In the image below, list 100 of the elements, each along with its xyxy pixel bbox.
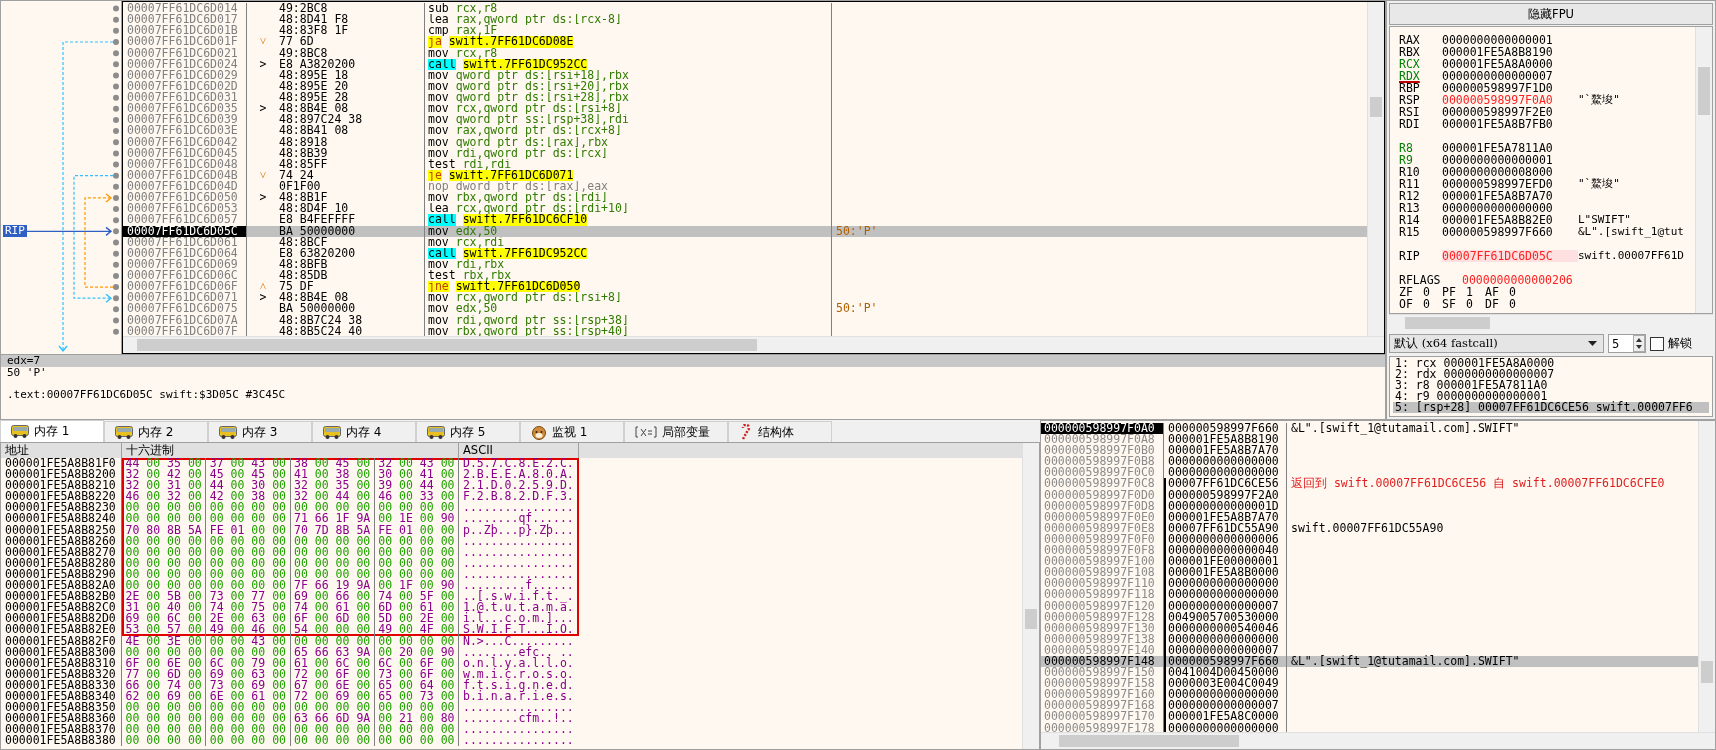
stack-row[interactable]: 000000598997F158 0000003E004C0049: [1041, 678, 1698, 690]
argument-row[interactable]: 1: rcx 000001FE5A8A0000: [1393, 358, 1709, 369]
register-value[interactable]: 000001FE5A8B7FB0: [1442, 118, 1578, 130]
memory-row[interactable]: 69 00 6C 00 2E 00 63 00 6F 00 6D 00 5D 00 2E 00 i.l...c.o.m.]...: [122, 613, 579, 625]
memory-row[interactable]: 00 00 00 00 00 00 00 00 00 00 00 00 00 00 00 00 ................: [122, 724, 579, 736]
unlock-checkbox[interactable]: [1650, 336, 1664, 351]
stack-row[interactable]: 000000598997F170 000001FE5A8C0000: [1041, 711, 1698, 723]
register-value[interactable]: 000001FE5A7811A0: [1442, 142, 1578, 154]
breakpoint-dot[interactable]: [113, 139, 119, 146]
vertical-scrollbar[interactable]: [1367, 2, 1384, 336]
breakpoint-dot[interactable]: [113, 194, 119, 201]
register-name[interactable]: R15: [1399, 226, 1442, 238]
flag-value[interactable]: 0: [1509, 286, 1516, 298]
argument-row[interactable]: 5: [rsp+28] 00007FF61DC6CE56 swift.00007FF6: [1393, 402, 1709, 413]
stack-row[interactable]: 000000598997F100 000001FE00000001: [1041, 556, 1698, 568]
stack-row[interactable]: 000000598997F138 0000000000000000: [1041, 633, 1698, 645]
tab[interactable]: 内存 1: [0, 420, 104, 442]
register-name[interactable]: R13: [1399, 202, 1442, 214]
register-name[interactable]: R11: [1399, 178, 1442, 190]
breakpoint-dot[interactable]: [113, 61, 119, 68]
stack-row[interactable]: 000000598997F148 000000598997F660 &L".[swift_1@tutamail.com].SWIFT": [1041, 655, 1698, 668]
memory-row[interactable]: 32 00 31 00 44 00 30 00 32 00 35 00 39 00 44 00 2.1.D.0.2.5.9.D.: [122, 480, 579, 492]
register-value[interactable]: 000001FE5A8B8190: [1442, 46, 1578, 58]
disassembly-row[interactable]: 00007FF61DC6D024 > E8 A3820200 call swift.7FF61DC952CC: [123, 58, 1367, 70]
stack-row[interactable]: 000000598997F0F8 0000000000000040: [1041, 545, 1698, 557]
column-header[interactable]: 十六进制: [122, 443, 459, 458]
argument-row[interactable]: 4: r9 0000000000000001: [1393, 391, 1709, 402]
memory-row[interactable]: 46 00 32 00 42 00 38 00 32 00 44 00 46 00 33 00 F.2.B.8.2.D.F.3.: [122, 491, 579, 503]
stack-row[interactable]: 000000598997F128 0049005700530000: [1041, 611, 1698, 623]
breakpoint-dot[interactable]: [113, 50, 119, 57]
memory-row[interactable]: 44 00 35 00 37 00 43 00 38 00 45 00 32 00 43 00 D.5.7.C.8.E.2.C.: [122, 458, 579, 470]
breakpoint-dot[interactable]: [113, 183, 119, 190]
memory-row[interactable]: 00 00 00 00 00 00 00 00 71 66 1F 9A 00 1E 00 90 ........qf......: [122, 513, 579, 525]
breakpoint-dot[interactable]: [113, 150, 119, 157]
breakpoint-dot[interactable]: [113, 295, 119, 302]
flag-value[interactable]: 0: [1466, 298, 1473, 310]
breakpoint-dot[interactable]: [113, 5, 119, 12]
flag-value[interactable]: 1: [1466, 286, 1473, 298]
register-name[interactable]: RSP: [1399, 94, 1442, 106]
disassembly-row[interactable]: 00007FF61DC6D01F ˅ 77 6D ja swift.7FF61DC6D08E: [123, 36, 1367, 48]
memory-row[interactable]: 62 00 69 00 6E 00 61 00 72 00 69 00 65 00 73 00 b.i.n.a.r.i.e.s.: [122, 690, 579, 703]
register-value[interactable]: 000001FE5A8B82E0: [1442, 214, 1578, 226]
stack-row[interactable]: 000000598997F118 0000000000000000: [1041, 589, 1698, 601]
breakpoint-dot[interactable]: [113, 116, 119, 123]
breakpoint-dot[interactable]: [113, 228, 119, 235]
stack-row[interactable]: 000000598997F0B8 0000000000000000: [1041, 456, 1698, 468]
stack-row[interactable]: 000000598997F0A8 000001FE5A8B8190: [1041, 434, 1698, 446]
stack-row[interactable]: 000000598997F108 000001FE5A8B0000: [1041, 567, 1698, 579]
register-value[interactable]: 000000598997F0A0: [1442, 94, 1578, 106]
memory-row[interactable]: 6F 00 6E 00 6C 00 79 00 61 00 6C 00 6C 00 6F 00 o.n.l.y.a.l.l.o.: [122, 657, 579, 669]
register-value[interactable]: 000000598997EFD0: [1442, 178, 1578, 190]
breakpoint-dot[interactable]: [113, 217, 119, 224]
breakpoint-dot[interactable]: [113, 83, 119, 90]
register-name[interactable]: RBP: [1399, 82, 1442, 94]
register-value[interactable]: 000000598997F2E0: [1442, 106, 1578, 118]
breakpoint-dot[interactable]: [113, 39, 119, 45]
horizontal-scrollbar[interactable]: [1389, 314, 1713, 331]
stack-row[interactable]: 000000598997F0D0 000000598997F2A0: [1041, 489, 1698, 501]
register-name[interactable]: RAX: [1399, 34, 1442, 46]
stack-row[interactable]: 000000598997F0E0 000001FE5A8B7A70: [1041, 511, 1698, 523]
memory-row[interactable]: 32 00 42 00 45 00 45 00 41 00 38 00 30 00 41 00 2.B.E.E.A.8.0.A.: [122, 469, 579, 481]
breakpoint-dot[interactable]: [113, 206, 119, 213]
tab[interactable]: 内存 4: [312, 421, 416, 442]
register-value[interactable]: 000001FE5A8A0000: [1442, 58, 1578, 70]
breakpoint-dot[interactable]: [113, 72, 119, 79]
tab[interactable]: 内存 2: [104, 421, 208, 442]
stack-row[interactable]: 000000598997F168 0000000000000007: [1041, 700, 1698, 712]
stack-row[interactable]: 000000598997F0B0 000001FE5A8B7A70: [1041, 445, 1698, 457]
disassembly-row[interactable]: 00007FF61DC6D04B ˅ 74 24 je swift.7FF61DC6D071: [123, 169, 1367, 181]
register-name[interactable]: R14: [1399, 214, 1442, 226]
horizontal-scrollbar[interactable]: [123, 336, 1384, 353]
register-name[interactable]: RSI: [1399, 106, 1442, 118]
register-value[interactable]: 0000000000000206: [1462, 274, 1598, 286]
register-name[interactable]: R10: [1399, 166, 1442, 178]
disassembly-row[interactable]: 00007FF61DC6D05C BA 50000000 mov edx,50 50:'P': [123, 225, 1367, 237]
memory-row[interactable]: 00 00 00 00 00 00 00 00 65 66 63 9A 00 20 00 90 ........efc.. ..: [122, 646, 579, 658]
register-name[interactable]: R8: [1399, 142, 1442, 154]
breakpoint-dot[interactable]: [113, 250, 119, 257]
argument-row[interactable]: 3: r8 000001FE5A7811A0: [1393, 380, 1709, 391]
memory-row[interactable]: 66 00 74 00 73 00 69 00 67 00 6E 00 65 00 64 00 f.t.s.i.g.n.e.d.: [122, 679, 579, 691]
breakpoint-dot[interactable]: [113, 128, 119, 135]
register-value[interactable]: 0000000000008000: [1442, 166, 1578, 178]
register-value[interactable]: 0000000000000000: [1442, 202, 1578, 214]
stack-row[interactable]: 000000598997F150 0041004D00450000: [1041, 667, 1698, 679]
register-name[interactable]: RFLAGS: [1399, 274, 1462, 286]
register-value[interactable]: 0000000000000001: [1442, 154, 1578, 166]
breakpoint-dot[interactable]: [113, 161, 119, 168]
stack-row[interactable]: 000000598997F160 0000000000000000: [1041, 689, 1698, 701]
register-name[interactable]: RCX: [1399, 58, 1442, 70]
vertical-scrollbar[interactable]: [1698, 421, 1715, 732]
register-name[interactable]: R9: [1399, 154, 1442, 166]
register-name[interactable]: R12: [1399, 190, 1442, 202]
stack-row[interactable]: 000000598997F120 0000000000000007: [1041, 600, 1698, 612]
memory-row[interactable]: 4E 00 3E 00 00 00 43 00 00 00 00 00 00 00 00 00 N.>...C.........: [122, 635, 579, 647]
flag-value[interactable]: 0: [1423, 286, 1430, 298]
disassembly-row[interactable]: 00007FF61DC6D057 E8 B4FEFFFF call swift.7FF61DC6CF10: [123, 214, 1367, 226]
breakpoint-dot[interactable]: [113, 172, 119, 179]
memory-row[interactable]: 2E 00 5B 00 73 00 77 00 69 00 66 00 74 00 5F 00 ..[.s.w.i.f.t._.: [122, 591, 579, 603]
memory-row[interactable]: 00 00 00 00 00 00 00 00 00 00 00 00 00 00 00 00 ................: [122, 546, 579, 558]
tab[interactable]: 监视 1: [520, 421, 624, 442]
